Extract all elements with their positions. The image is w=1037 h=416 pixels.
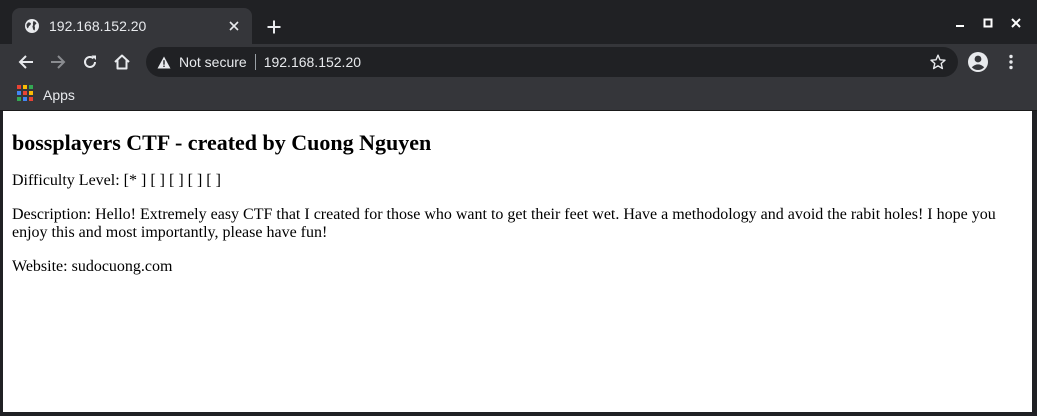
close-window-icon[interactable] bbox=[1005, 12, 1027, 34]
address-bar[interactable]: Not secure 192.168.152.20 bbox=[146, 47, 958, 77]
apps-shortcut[interactable]: Apps bbox=[17, 84, 75, 106]
page-viewport: bossplayers CTF - created by Cuong Nguye… bbox=[3, 111, 1032, 412]
star-icon[interactable] bbox=[928, 52, 948, 72]
home-icon[interactable] bbox=[109, 49, 135, 75]
arrow-left-icon[interactable] bbox=[13, 49, 39, 75]
tab-active[interactable]: 192.168.152.20 bbox=[12, 8, 252, 44]
minimize-icon[interactable] bbox=[949, 12, 971, 34]
browser-window: 192.168.152.20 Not secure 192.168.152.20… bbox=[0, 0, 1037, 416]
description-text: Description: Hello! Extremely easy CTF t… bbox=[12, 206, 996, 241]
page-heading: bossplayers CTF - created by Cuong Nguye… bbox=[12, 130, 432, 155]
account-icon[interactable] bbox=[965, 49, 991, 75]
apps-label: Apps bbox=[43, 87, 75, 103]
difficulty-text: Difficulty Level: [* ] [ ] [ ] [ ] [ ] bbox=[12, 172, 221, 189]
arrow-right-icon[interactable] bbox=[45, 49, 71, 75]
toolbar: Not secure 192.168.152.20 bbox=[0, 44, 1037, 80]
website-text: Website: sudocuong.com bbox=[12, 258, 173, 275]
globe-icon bbox=[24, 18, 40, 34]
bookmarks-bar: Apps bbox=[0, 80, 1037, 111]
security-status[interactable]: Not secure bbox=[179, 54, 247, 70]
tab-title: 192.168.152.20 bbox=[49, 18, 147, 34]
tab-strip: 192.168.152.20 bbox=[0, 0, 1037, 44]
page-content: bossplayers CTF - created by Cuong Nguye… bbox=[3, 130, 1032, 276]
warning-icon[interactable] bbox=[156, 54, 172, 70]
close-icon[interactable] bbox=[224, 16, 244, 36]
apps-grid-icon bbox=[17, 84, 33, 106]
plus-icon[interactable] bbox=[262, 15, 286, 39]
reload-icon[interactable] bbox=[77, 49, 103, 75]
omnibox-divider bbox=[254, 54, 256, 70]
url-text[interactable]: 192.168.152.20 bbox=[264, 54, 928, 70]
maximize-icon[interactable] bbox=[977, 12, 999, 34]
kebab-menu-icon[interactable] bbox=[998, 49, 1024, 75]
